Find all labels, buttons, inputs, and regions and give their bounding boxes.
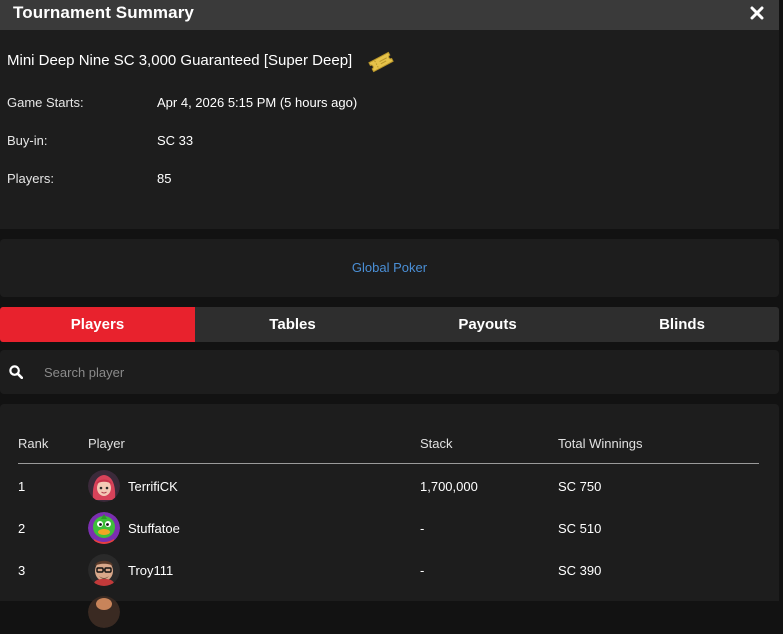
winnings-cell: SC 750 xyxy=(558,479,602,494)
game-starts-label: Game Starts: xyxy=(7,95,84,110)
close-icon[interactable] xyxy=(748,4,766,22)
search-input[interactable] xyxy=(44,362,744,382)
column-header-rank[interactable]: Rank xyxy=(18,436,48,451)
player-name[interactable]: Stuffatoe xyxy=(128,521,180,536)
game-starts-value: Apr 4, 2026 5:15 PM (5 hours ago) xyxy=(157,95,358,110)
buyin-value: SC 33 xyxy=(157,133,194,148)
column-header-stack[interactable]: Stack xyxy=(420,436,453,451)
rank-cell: 1 xyxy=(18,479,26,494)
player-name[interactable]: TerrifiCK xyxy=(128,479,178,494)
tab-players[interactable]: Players xyxy=(0,307,195,342)
table-row[interactable]: 2 Stuffatoe - SC 510 xyxy=(0,508,779,550)
player-name[interactable]: Troy111 xyxy=(128,563,173,578)
avatar-red-hair-girl-icon xyxy=(88,470,120,502)
rank-cell: 2 xyxy=(18,521,26,536)
ticket-icon xyxy=(368,51,394,73)
dialog-title: Tournament Summary xyxy=(13,3,194,22)
avatar-green-duck-icon xyxy=(88,512,120,544)
player-avatar xyxy=(88,512,120,544)
column-header-total-winnings[interactable]: Total Winnings xyxy=(558,436,643,451)
stack-cell: - xyxy=(420,563,425,578)
column-header-player[interactable]: Player xyxy=(88,436,125,451)
table-row[interactable] xyxy=(0,592,779,634)
global-poker-link[interactable]: Global Poker xyxy=(0,260,779,275)
tab-tables[interactable]: Tables xyxy=(195,307,390,342)
table-row[interactable]: 1 TerrifiCK 1,700,000 SC 750 xyxy=(0,466,779,508)
search-icon xyxy=(9,365,23,379)
site-panel: Global Poker xyxy=(0,239,779,297)
header-divider xyxy=(18,463,759,464)
tab-blinds[interactable]: Blinds xyxy=(585,307,779,342)
player-avatar xyxy=(88,470,120,502)
players-table: Rank Player Stack Total Winnings 1 Terri… xyxy=(0,404,779,628)
winnings-cell: SC 390 xyxy=(558,563,602,578)
player-avatar xyxy=(88,554,120,586)
table-row[interactable]: 3 Troy111 - SC 390 xyxy=(0,550,779,592)
winnings-cell: SC 510 xyxy=(558,521,602,536)
buyin-label: Buy-in: xyxy=(7,133,48,148)
stack-cell: - xyxy=(420,521,425,536)
title-bar: Tournament Summary xyxy=(0,0,779,30)
tournament-summary-panel: Mini Deep Nine SC 3,000 Guaranteed [Supe… xyxy=(0,30,779,229)
avatar-man-glasses-icon xyxy=(88,554,120,586)
search-panel xyxy=(0,350,779,394)
tab-bar: Players Tables Payouts Blinds xyxy=(0,307,779,342)
tournament-name: Mini Deep Nine SC 3,000 Guaranteed [Supe… xyxy=(7,52,353,69)
rank-cell: 3 xyxy=(18,563,26,578)
stack-cell: 1,700,000 xyxy=(420,479,478,494)
players-value: 85 xyxy=(157,171,172,186)
tab-payouts[interactable]: Payouts xyxy=(390,307,585,342)
players-label: Players: xyxy=(7,171,54,186)
